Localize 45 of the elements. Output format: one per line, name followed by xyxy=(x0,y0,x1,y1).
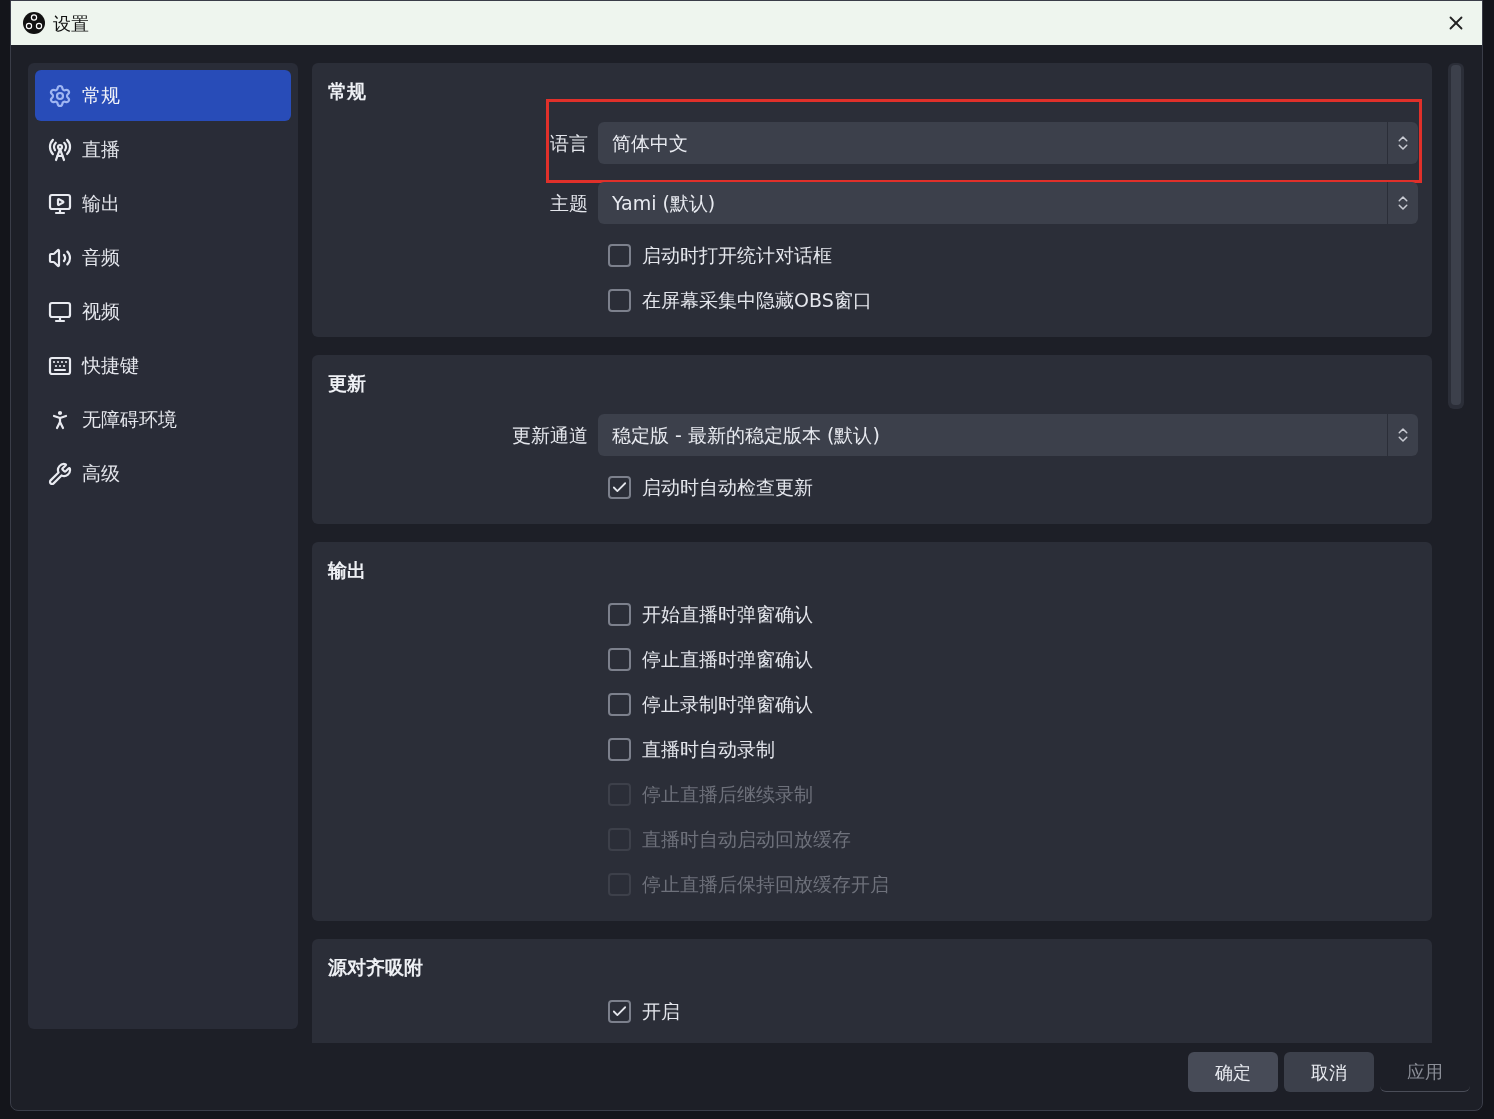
dropdown[interactable]: Yami (默认) xyxy=(598,182,1418,224)
checkbox-label: 开启 xyxy=(642,999,680,1025)
gear-icon xyxy=(48,83,72,108)
checkbox-label: 停止直播后保持回放缓存开启 xyxy=(642,872,889,898)
checkbox-label: 停止录制时弹窗确认 xyxy=(642,692,813,718)
checkbox[interactable] xyxy=(608,693,631,716)
dropdown[interactable]: 简体中文 xyxy=(598,122,1418,164)
field-label: 主题 xyxy=(549,190,589,216)
section-title: 常规 xyxy=(328,79,367,103)
field-label: 更新通道 xyxy=(511,422,589,448)
sidebar-item[interactable]: 快捷键 xyxy=(35,340,291,391)
dialog-button[interactable]: 取消 xyxy=(1284,1052,1374,1092)
section-title: 源对齐吸附 xyxy=(328,955,424,979)
checkbox[interactable] xyxy=(608,476,631,499)
section-title: 输出 xyxy=(328,558,367,582)
field-label: 语言 xyxy=(549,130,589,156)
checkbox[interactable] xyxy=(608,648,631,671)
tools-icon xyxy=(48,461,72,486)
logo-icon xyxy=(23,12,45,34)
checkbox-label: 直播时自动启动回放缓存 xyxy=(642,827,851,853)
sidebar-item[interactable]: 输出 xyxy=(35,178,291,229)
window-title: 设置 xyxy=(53,11,89,36)
checkbox-label: 在屏幕采集中隐藏OBS窗口 xyxy=(642,288,872,314)
dropdown[interactable]: 稳定版 - 最新的稳定版本 (默认) xyxy=(598,414,1418,456)
checkbox-label: 直播时自动录制 xyxy=(642,737,775,763)
checkbox[interactable] xyxy=(608,603,631,626)
monitor-icon xyxy=(48,299,72,324)
sidebar-item[interactable]: 视频 xyxy=(35,286,291,337)
checkbox-label: 停止直播时弹窗确认 xyxy=(642,647,813,673)
antenna-icon xyxy=(48,137,72,162)
checkbox-label: 停止直播后继续录制 xyxy=(642,782,813,808)
checkbox[interactable] xyxy=(608,738,631,761)
dialog-button[interactable]: 确定 xyxy=(1188,1052,1278,1092)
checkbox[interactable] xyxy=(608,289,631,312)
checkbox-label: 启动时自动检查更新 xyxy=(642,475,813,501)
checkbox-label: 启动时打开统计对话框 xyxy=(642,243,832,269)
checkbox[interactable] xyxy=(608,1000,631,1023)
sidebar-item[interactable]: 无障碍环境 xyxy=(35,394,291,445)
sidebar-item[interactable]: 直播 xyxy=(35,124,291,175)
checkbox[interactable] xyxy=(608,244,631,267)
section-title: 更新 xyxy=(328,371,367,395)
sidebar-item[interactable]: 音频 xyxy=(35,232,291,283)
checkbox-label: 开始直播时弹窗确认 xyxy=(642,602,813,628)
sidebar-item[interactable]: 常规 xyxy=(35,70,291,121)
sidebar-item[interactable]: 高级 xyxy=(35,448,291,499)
